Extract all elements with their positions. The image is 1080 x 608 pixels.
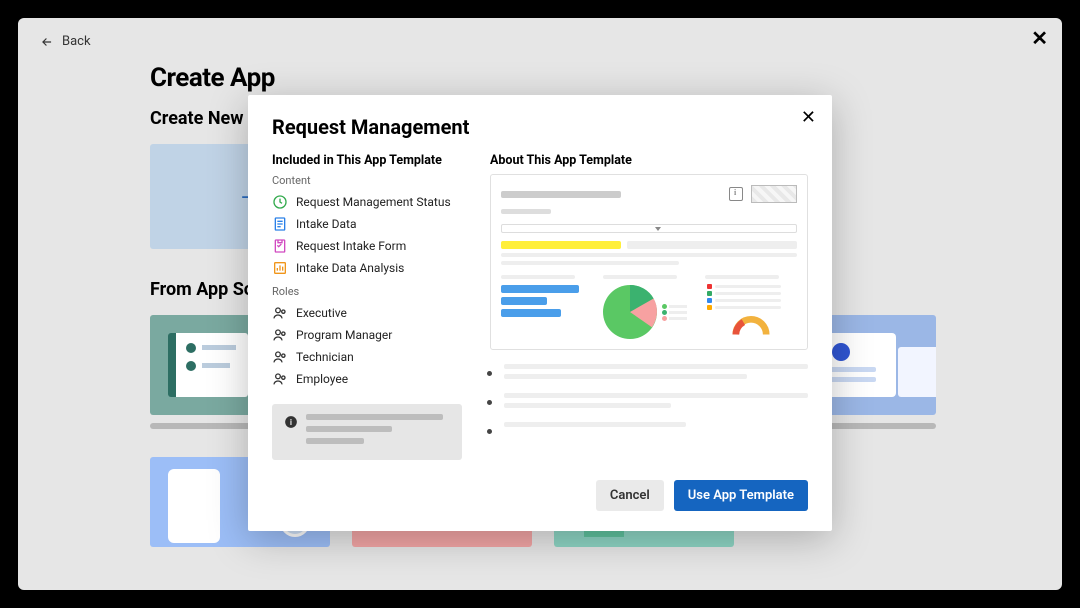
- role-label: Executive: [296, 306, 347, 320]
- content-item-status[interactable]: Request Management Status: [272, 191, 462, 213]
- role-item-executive[interactable]: Executive: [272, 302, 462, 324]
- back-label: Back: [62, 34, 91, 49]
- page-title: Create App: [150, 63, 1030, 93]
- content-item-intake-form[interactable]: Request Intake Form: [272, 235, 462, 257]
- info-icon: i: [284, 414, 298, 450]
- included-heading: Included in This App Template: [272, 153, 462, 168]
- cancel-button[interactable]: Cancel: [596, 480, 664, 511]
- role-label: Program Manager: [296, 328, 392, 342]
- content-item-analysis[interactable]: Intake Data Analysis: [272, 257, 462, 279]
- role-label: Employee: [296, 372, 348, 386]
- dashboard-icon: [272, 194, 288, 210]
- bullet-item: [504, 393, 808, 412]
- close-icon[interactable]: ✕: [801, 107, 816, 128]
- use-template-button[interactable]: Use App Template: [674, 480, 808, 511]
- about-bullets: [490, 364, 808, 441]
- role-label: Technician: [296, 350, 354, 364]
- info-note: i: [272, 404, 462, 460]
- bullet-item: [504, 364, 808, 383]
- arrow-left-icon: [40, 35, 54, 49]
- content-item-label: Request Management Status: [296, 195, 451, 209]
- role-item-employee[interactable]: Employee: [272, 368, 462, 390]
- person-icon: [272, 327, 288, 343]
- pie-chart-icon: [603, 285, 657, 339]
- modal-title: Request Management: [272, 115, 808, 139]
- badge-icon: [729, 187, 743, 201]
- about-column: About This App Template: [490, 153, 808, 460]
- sheet-icon: [272, 216, 288, 232]
- content-item-intake-data[interactable]: Intake Data: [272, 213, 462, 235]
- analysis-icon: [272, 260, 288, 276]
- content-item-label: Request Intake Form: [296, 239, 406, 253]
- content-item-label: Intake Data: [296, 217, 357, 231]
- dropdown-placeholder: [501, 224, 797, 233]
- donut-chart-icon: [732, 315, 770, 335]
- included-column: Included in This App Template Content Re…: [272, 153, 462, 460]
- bullet-item: [504, 422, 808, 441]
- roles-heading: Roles: [272, 285, 462, 298]
- person-icon: [272, 349, 288, 365]
- person-icon: [272, 305, 288, 321]
- template-modal: ✕ Request Management Included in This Ap…: [248, 95, 832, 531]
- svg-text:i: i: [290, 417, 292, 427]
- content-heading: Content: [272, 174, 462, 187]
- about-heading: About This App Template: [490, 153, 808, 168]
- image-placeholder-icon: [751, 185, 797, 203]
- form-icon: [272, 238, 288, 254]
- back-button[interactable]: Back: [40, 30, 1030, 53]
- person-icon: [272, 371, 288, 387]
- content-item-label: Intake Data Analysis: [296, 261, 404, 275]
- template-preview: [490, 174, 808, 350]
- role-item-technician[interactable]: Technician: [272, 346, 462, 368]
- role-item-program-manager[interactable]: Program Manager: [272, 324, 462, 346]
